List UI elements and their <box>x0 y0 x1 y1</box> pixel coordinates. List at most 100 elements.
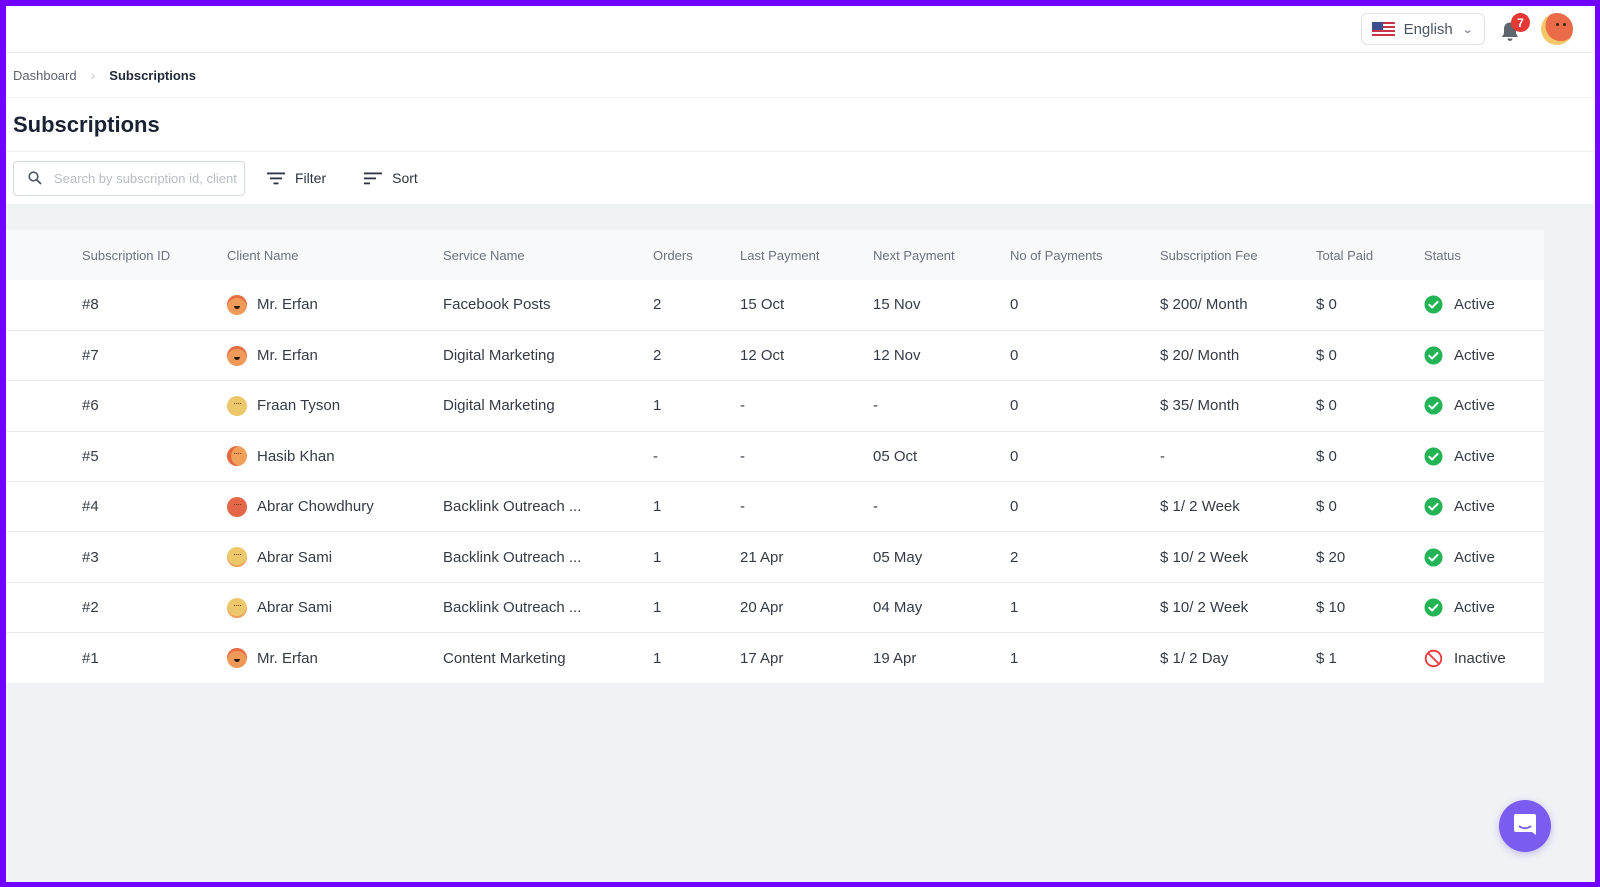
notification-badge: 7 <box>1511 13 1530 32</box>
status-badge: Inactive <box>1454 649 1506 667</box>
no-of-payments: 1 <box>1010 649 1019 667</box>
next-payment: 05 May <box>873 548 923 566</box>
table-row[interactable]: #3 Abrar Sami Backlink Outreach ... 1 21 Apr… <box>6 531 1544 583</box>
app-frame: English ⌄ 7 Dashboard › Subscriptions Su… <box>6 6 1595 882</box>
next-payment: 15 Nov <box>873 296 921 314</box>
status-cell: Active <box>1424 532 1544 582</box>
last-payment: 17 Apr <box>740 649 784 667</box>
check-circle-icon <box>1424 396 1443 415</box>
table-row[interactable]: #8 Mr. Erfan Facebook Posts 2 15 Oct 15 Nov 0 $… <box>6 280 1544 331</box>
search-input[interactable] <box>54 170 244 186</box>
subscription-id[interactable]: #3 <box>6 532 227 582</box>
client-cell: Fraan Tyson <box>227 381 443 431</box>
status-badge: Active <box>1454 599 1495 617</box>
subscription-id[interactable]: #4 <box>6 482 227 532</box>
table-row[interactable]: #2 Abrar Sami Backlink Outreach ... 1 20 Apr… <box>6 582 1544 633</box>
client-name[interactable]: Mr. Erfan <box>257 347 318 364</box>
orders-count: 1 <box>653 548 662 566</box>
notifications-button[interactable]: 7 <box>1497 13 1530 44</box>
subscription-fee: $ 10/ 2 Week <box>1160 599 1249 617</box>
column-header-service-name[interactable]: Service Name <box>443 230 653 280</box>
client-avatar <box>227 648 247 669</box>
column-header-status[interactable]: Status <box>1424 230 1544 280</box>
page-title: Subscriptions <box>13 111 160 137</box>
breadcrumb-dashboard[interactable]: Dashboard <box>13 68 77 83</box>
column-header-subscription-id[interactable]: Subscription ID <box>6 230 227 280</box>
client-name[interactable]: Mr. Erfan <box>257 296 318 313</box>
chat-button[interactable] <box>1499 800 1551 852</box>
language-selector[interactable]: English ⌄ <box>1360 13 1485 45</box>
toolbar: Filter Sort <box>6 152 1595 204</box>
orders-count: 1 <box>653 397 662 415</box>
table-row[interactable]: #5 Hasib Khan - - 05 Oct 0 - $ 0 Active <box>6 431 1544 482</box>
status-cell: Active <box>1424 330 1544 380</box>
table-row[interactable]: #4 Abrar Chowdhury Backlink Outreach ... 1 -… <box>6 481 1544 532</box>
total-paid: $ 20 <box>1316 548 1346 566</box>
table-row[interactable]: #1 Mr. Erfan Content Marketing 1 17 Apr 19 Ap… <box>6 632 1544 684</box>
chat-icon <box>1514 814 1536 835</box>
table-row[interactable]: #7 Mr. Erfan Digital Marketing 2 12 Oct 12 No… <box>6 330 1544 381</box>
search-box <box>13 160 245 196</box>
no-of-payments: 0 <box>1010 296 1019 314</box>
subscription-fee: $ 35/ Month <box>1160 397 1240 415</box>
search-icon <box>28 171 42 185</box>
service-name: Backlink Outreach ... <box>443 599 582 617</box>
client-name[interactable]: Mr. Erfan <box>257 650 318 667</box>
subscriptions-table-container: Subscription ID Client Name Service Name… <box>6 230 1544 684</box>
client-name[interactable]: Hasib Khan <box>257 448 335 465</box>
no-of-payments: 0 <box>1010 498 1019 516</box>
check-circle-icon <box>1424 548 1443 567</box>
subscription-id[interactable]: #5 <box>6 431 227 481</box>
subscriptions-table: Subscription ID Client Name Service Name… <box>6 230 1544 684</box>
no-of-payments: 0 <box>1010 447 1019 465</box>
column-header-client-name[interactable]: Client Name <box>227 230 443 280</box>
orders-count: 1 <box>653 599 662 617</box>
client-cell: Mr. Erfan <box>227 330 443 380</box>
table-row[interactable]: #6 Fraan Tyson Digital Marketing 1 - - 0 $ 35/ … <box>6 380 1544 432</box>
subscription-id[interactable]: #1 <box>6 633 227 683</box>
column-header-next-payment[interactable]: Next Payment <box>873 230 1010 280</box>
column-header-subscription-fee[interactable]: Subscription Fee <box>1160 230 1316 280</box>
service-name: Facebook Posts <box>443 296 551 314</box>
client-cell: Abrar Chowdhury <box>227 482 443 532</box>
total-paid: $ 0 <box>1316 347 1337 365</box>
orders-count: - <box>653 447 658 465</box>
column-header-last-payment[interactable]: Last Payment <box>740 230 873 280</box>
subscription-id[interactable]: #7 <box>6 330 227 380</box>
next-payment: 12 Nov <box>873 347 921 365</box>
total-paid: $ 0 <box>1316 447 1337 465</box>
subscription-id[interactable]: #2 <box>6 582 227 632</box>
breadcrumb-subscriptions: Subscriptions <box>109 67 196 83</box>
column-header-orders[interactable]: Orders <box>653 230 740 280</box>
client-name[interactable]: Abrar Sami <box>257 599 332 616</box>
service-name: Backlink Outreach ... <box>443 498 582 516</box>
user-avatar[interactable] <box>1541 13 1573 45</box>
service-name <box>443 431 653 481</box>
sort-button[interactable]: Sort <box>364 170 418 186</box>
client-name[interactable]: Abrar Sami <box>257 549 332 566</box>
status-badge: Active <box>1454 548 1495 566</box>
column-header-no-of-payments[interactable]: No of Payments <box>1010 230 1160 280</box>
subscription-fee: $ 200/ Month <box>1160 296 1248 314</box>
no-of-payments: 2 <box>1010 548 1019 566</box>
check-circle-icon <box>1424 295 1443 314</box>
last-payment: 20 Apr <box>740 599 784 617</box>
status-badge: Active <box>1454 397 1495 415</box>
client-cell: Abrar Sami <box>227 582 443 632</box>
client-cell: Mr. Erfan <box>227 633 443 683</box>
filter-button[interactable]: Filter <box>267 170 326 186</box>
next-payment: 04 May <box>873 599 923 617</box>
check-circle-icon <box>1424 598 1443 617</box>
subscription-id[interactable]: #6 <box>6 381 227 431</box>
client-name[interactable]: Fraan Tyson <box>257 397 340 414</box>
table-body: #8 Mr. Erfan Facebook Posts 2 15 Oct 15 Nov 0 $… <box>6 280 1544 684</box>
subscription-id[interactable]: #8 <box>6 280 227 330</box>
table-header-row: Subscription ID Client Name Service Name… <box>6 230 1544 280</box>
client-avatar <box>227 597 247 618</box>
chevron-right-icon: › <box>90 67 96 83</box>
us-flag-icon <box>1371 21 1395 37</box>
total-paid: $ 1 <box>1316 649 1337 667</box>
last-payment: 15 Oct <box>740 296 785 314</box>
client-name[interactable]: Abrar Chowdhury <box>257 498 374 515</box>
column-header-total-paid[interactable]: Total Paid <box>1316 230 1424 280</box>
